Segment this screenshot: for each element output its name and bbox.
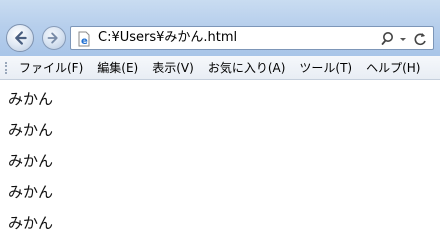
content-line: みかん bbox=[8, 183, 54, 201]
content-line: みかん bbox=[8, 121, 54, 139]
address-url[interactable]: C:¥Users¥みかん.html bbox=[98, 30, 237, 46]
back-button[interactable] bbox=[6, 24, 34, 52]
forward-arrow-icon bbox=[47, 32, 58, 44]
menu-item-view[interactable]: 表示(V) bbox=[145, 56, 201, 80]
menu-item-tools[interactable]: ツール(T) bbox=[292, 56, 359, 80]
svg-text:e: e bbox=[81, 36, 88, 47]
menu-bar: ファイル(F) 編集(E) 表示(V) お気に入り(A) ツール(T) ヘルプ(… bbox=[0, 56, 440, 80]
page-content: みかん みかん みかん みかん みかん bbox=[8, 84, 428, 239]
address-bar[interactable]: e C:¥Users¥みかん.html bbox=[70, 26, 434, 50]
back-arrow-icon bbox=[15, 31, 27, 45]
chevron-down-icon[interactable] bbox=[399, 31, 407, 51]
menu-item-file[interactable]: ファイル(F) bbox=[12, 56, 90, 80]
menu-item-edit[interactable]: 編集(E) bbox=[90, 56, 145, 80]
menu-grip bbox=[5, 62, 9, 74]
forward-button[interactable] bbox=[42, 26, 66, 50]
search-icon[interactable] bbox=[381, 31, 395, 51]
content-line: みかん bbox=[8, 90, 54, 108]
menu-item-favorites[interactable]: お気に入り(A) bbox=[201, 56, 293, 80]
menu-item-help[interactable]: ヘルプ(H) bbox=[359, 56, 427, 80]
refresh-icon[interactable] bbox=[413, 31, 427, 51]
ie-page-icon: e bbox=[78, 31, 90, 47]
browser-titlebar: e C:¥Users¥みかん.html bbox=[0, 0, 440, 56]
content-line: みかん bbox=[8, 214, 54, 232]
content-line: みかん bbox=[8, 152, 54, 170]
